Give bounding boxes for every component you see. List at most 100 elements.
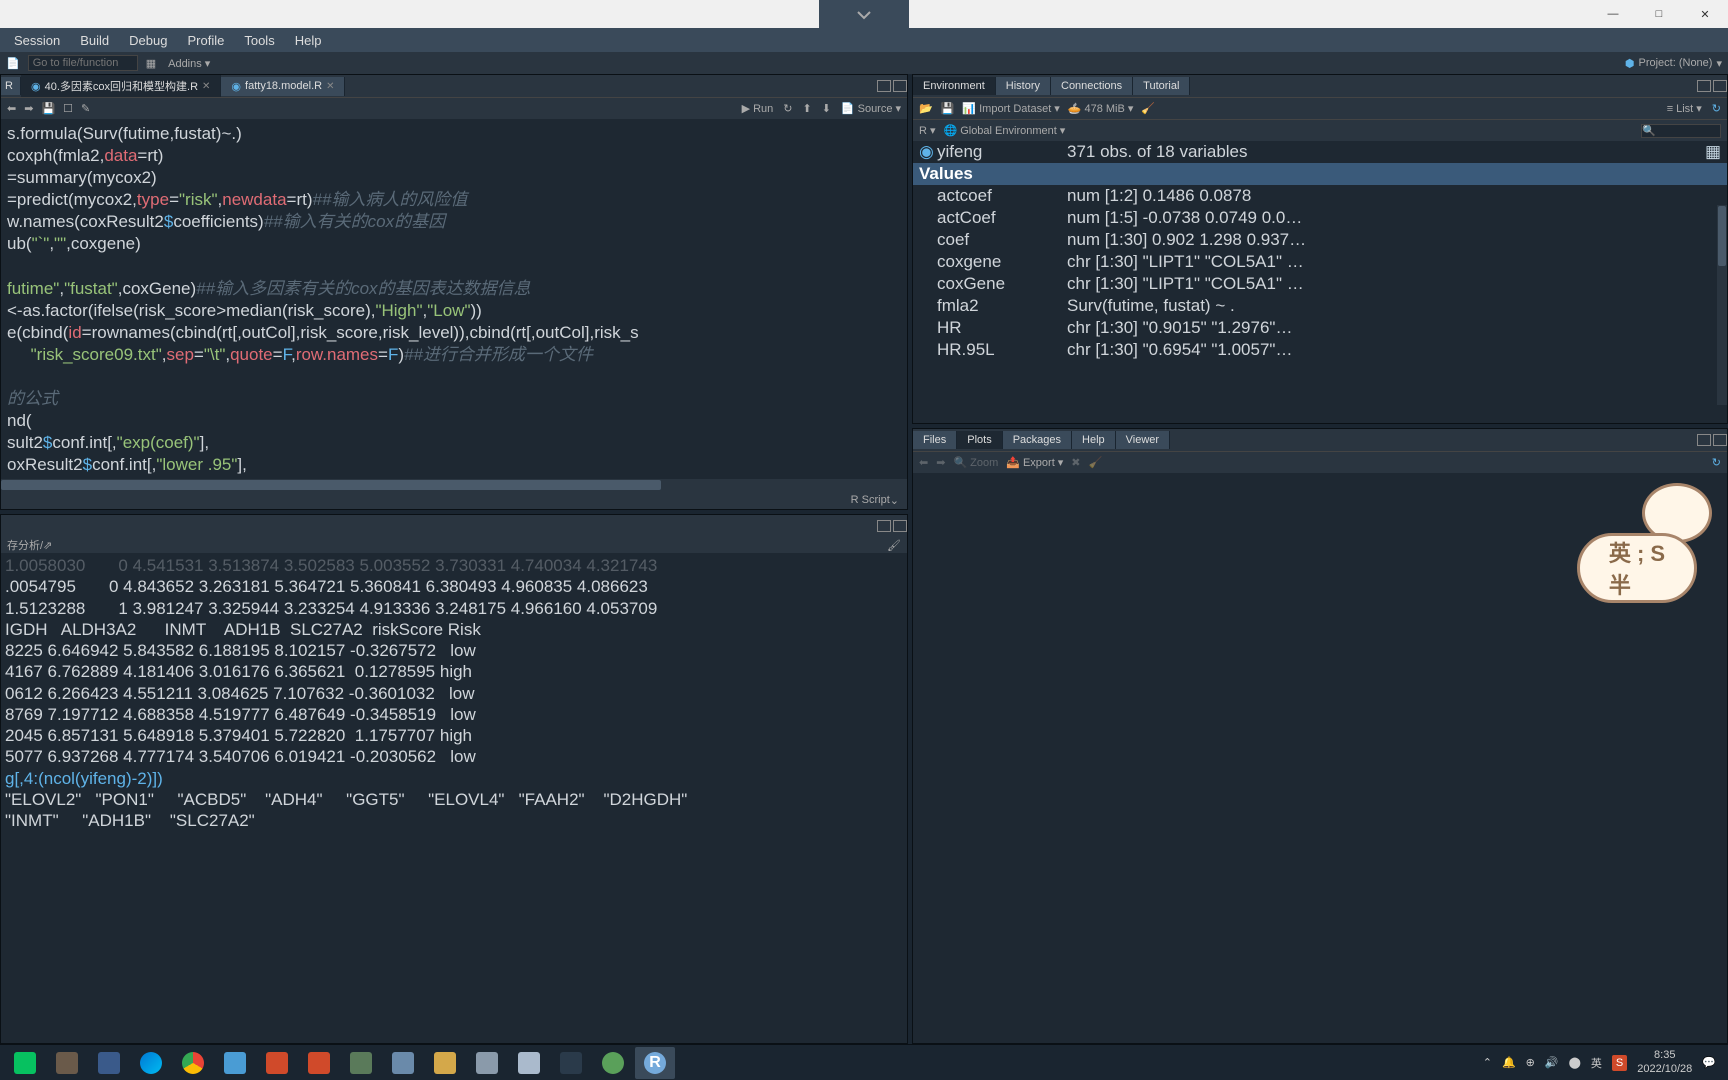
task-app-11[interactable] <box>425 1047 465 1079</box>
task-app-13[interactable] <box>509 1047 549 1079</box>
save-icon[interactable]: 💾 <box>41 102 55 115</box>
env-scrollbar[interactable] <box>1717 205 1727 405</box>
tab-plots[interactable]: Plots <box>957 431 1002 449</box>
save-icon[interactable]: 💾 <box>941 102 955 115</box>
load-icon[interactable]: 📂 <box>919 102 933 115</box>
tray-clock[interactable]: 8:35 2022/10/28 <box>1637 1049 1692 1075</box>
next-plot-icon[interactable]: ➡ <box>936 456 945 469</box>
clear-plots-icon[interactable]: 🧹 <box>1089 456 1103 469</box>
env-search-input[interactable] <box>1641 124 1721 138</box>
menu-session[interactable]: Session <box>4 33 70 48</box>
back-icon[interactable]: ⬅ <box>7 102 16 115</box>
task-app-7[interactable] <box>257 1047 297 1079</box>
refresh-icon[interactable]: ↻ <box>1712 102 1721 115</box>
task-app-6[interactable] <box>215 1047 255 1079</box>
clear-console-icon[interactable]: 🖌 <box>887 540 901 552</box>
env-value-row[interactable]: coxGenechr [1:30] "LIPT1" "COL5A1" … <box>913 273 1727 295</box>
env-value-row[interactable]: coefnum [1:30] 0.902 1.298 0.937… <box>913 229 1727 251</box>
grid-icon[interactable]: ▦ <box>146 57 156 70</box>
editor-tab-unknown[interactable]: R <box>1 77 21 95</box>
zoom-button[interactable]: 🔍 Zoom <box>953 456 998 469</box>
env-value-row[interactable]: fmla2Surv(futime, fustat) ~ . <box>913 295 1727 317</box>
task-wechat[interactable] <box>5 1047 45 1079</box>
maximize-pane-icon[interactable] <box>893 80 907 92</box>
editor-tab-1[interactable]: ◉ 40.多因素cox回归和模型构建.R ✕ <box>21 75 221 97</box>
env-value-row[interactable]: actcoefnum [1:2] 0.1486 0.0878 <box>913 185 1727 207</box>
menu-debug[interactable]: Debug <box>119 33 177 48</box>
memory-indicator[interactable]: 🥧 478 MiB ▾ <box>1068 102 1134 115</box>
project-selector[interactable]: ⬢ Project: (None) ▾ <box>1625 57 1722 70</box>
addins-dropdown[interactable]: Addins ▾ <box>168 57 210 70</box>
task-app-14[interactable] <box>551 1047 591 1079</box>
broom-icon[interactable]: 🧹 <box>1141 102 1155 115</box>
tab-files[interactable]: Files <box>913 431 957 449</box>
close-button[interactable]: ✕ <box>1682 0 1728 28</box>
task-app-12[interactable] <box>467 1047 507 1079</box>
close-icon[interactable]: ✕ <box>202 81 210 92</box>
tray-notif-icon[interactable]: 🔔 <box>1502 1056 1516 1069</box>
menu-tools[interactable]: Tools <box>234 33 284 48</box>
list-view-button[interactable]: ≡ List ▾ <box>1667 102 1702 115</box>
maximize-pane-icon[interactable] <box>1713 80 1727 92</box>
notch-dropdown[interactable] <box>819 0 909 30</box>
tray-app-icon[interactable]: ⬤ <box>1569 1056 1581 1069</box>
task-app-10[interactable] <box>383 1047 423 1079</box>
tray-chevron-icon[interactable]: ⌃ <box>1483 1056 1492 1069</box>
task-app-2[interactable] <box>47 1047 87 1079</box>
wand-icon[interactable]: ✎ <box>81 102 90 115</box>
prev-plot-icon[interactable]: ⬅ <box>919 456 928 469</box>
task-app-9[interactable] <box>341 1047 381 1079</box>
env-value-row[interactable]: actCoefnum [1:5] -0.0738 0.0749 0.0… <box>913 207 1727 229</box>
global-env-dropdown[interactable]: 🌐 Global Environment ▾ <box>943 124 1065 137</box>
tab-packages[interactable]: Packages <box>1003 431 1072 449</box>
goto-input[interactable] <box>28 55 138 71</box>
task-edge[interactable] <box>131 1047 171 1079</box>
code-editor[interactable]: s.formula(Surv(futime,fustat)~.)coxph(fm… <box>1 119 907 479</box>
minimize-pane-icon[interactable] <box>1697 80 1711 92</box>
editor-tab-2[interactable]: ◉ fatty18.model.R ✕ <box>221 77 345 96</box>
tab-tutorial[interactable]: Tutorial <box>1133 77 1190 95</box>
remove-plot-icon[interactable]: ✖ <box>1071 456 1080 469</box>
import-dataset-button[interactable]: 📊 Import Dataset ▾ <box>962 102 1059 115</box>
minimize-pane-icon[interactable] <box>877 80 891 92</box>
new-file-icon[interactable]: 📄 <box>6 57 20 70</box>
export-button[interactable]: 📤 Export ▾ <box>1006 456 1063 469</box>
minimize-pane-icon[interactable] <box>877 520 891 532</box>
env-data-row[interactable]: ◉ yifeng 371 obs. of 18 variables ▦ <box>913 141 1727 163</box>
rerun-icon[interactable]: ↻ <box>783 102 792 115</box>
down-icon[interactable]: ⬇ <box>822 102 831 115</box>
tray-network-icon[interactable]: ⊕ <box>1526 1056 1535 1069</box>
tray-lang[interactable]: 英 <box>1591 1055 1602 1071</box>
tray-action-center-icon[interactable]: 💬 <box>1702 1056 1716 1069</box>
menu-build[interactable]: Build <box>70 33 119 48</box>
tab-environment[interactable]: Environment <box>913 77 996 95</box>
refresh-icon[interactable]: ↻ <box>1712 456 1721 469</box>
menu-help[interactable]: Help <box>285 33 332 48</box>
forward-icon[interactable]: ➡ <box>24 102 33 115</box>
maximize-pane-icon[interactable] <box>1713 434 1727 446</box>
maximize-pane-icon[interactable] <box>893 520 907 532</box>
task-rstudio[interactable]: R <box>635 1047 675 1079</box>
run-button[interactable]: ▶ Run <box>742 102 774 115</box>
editor-h-scrollbar[interactable] <box>1 479 907 491</box>
tab-connections[interactable]: Connections <box>1051 77 1133 95</box>
menu-profile[interactable]: Profile <box>177 33 234 48</box>
tab-help[interactable]: Help <box>1072 431 1116 449</box>
expand-icon[interactable]: ▦ <box>1705 142 1721 162</box>
task-wps[interactable] <box>299 1047 339 1079</box>
task-chrome[interactable] <box>173 1047 213 1079</box>
tray-ime-icon[interactable]: S <box>1612 1055 1627 1071</box>
tray-volume-icon[interactable]: 🔊 <box>1545 1056 1559 1069</box>
tab-history[interactable]: History <box>996 77 1051 95</box>
minimize-pane-icon[interactable] <box>1697 434 1711 446</box>
minimize-button[interactable]: — <box>1590 0 1636 28</box>
r-dropdown[interactable]: R ▾ <box>919 124 935 137</box>
console-output[interactable]: 1.0058030 0 4.541531 3.513874 3.502583 5… <box>1 553 907 1043</box>
maximize-button[interactable]: □ <box>1636 0 1682 28</box>
env-value-row[interactable]: HR.95Lchr [1:30] "0.6954" "1.0057"… <box>913 339 1727 361</box>
env-value-row[interactable]: HRchr [1:30] "0.9015" "1.2976"… <box>913 317 1727 339</box>
tab-viewer[interactable]: Viewer <box>1116 431 1170 449</box>
close-icon[interactable]: ✕ <box>326 81 334 92</box>
up-icon[interactable]: ⬆ <box>802 102 811 115</box>
source-button[interactable]: 📄 Source ▾ <box>841 102 901 115</box>
